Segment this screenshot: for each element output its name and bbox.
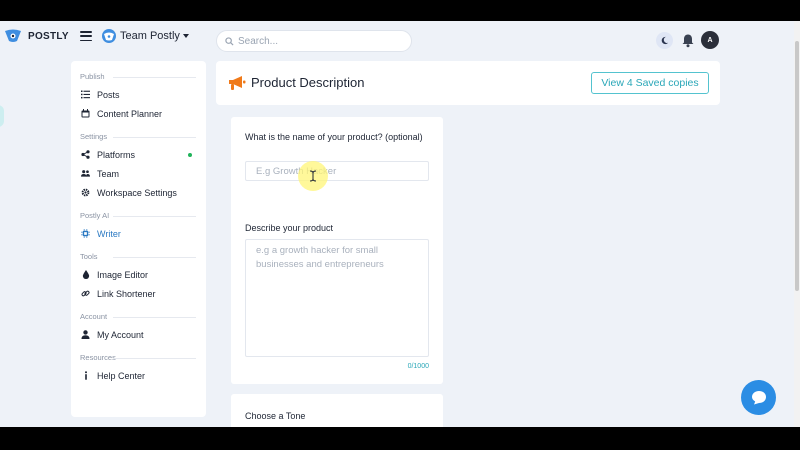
sidebar-item-my-account[interactable]: My Account xyxy=(71,325,206,344)
sidebar-item-label: Writer xyxy=(97,228,121,239)
sidebar: Publish Posts Content Planner Settings P… xyxy=(71,61,206,417)
section-title-resources: Resources xyxy=(71,350,206,366)
chat-support-button[interactable] xyxy=(741,380,776,415)
sidebar-item-label: Link Shortener xyxy=(97,288,156,299)
sidebar-item-link-shortener[interactable]: Link Shortener xyxy=(71,284,206,303)
app-window: POSTLY Team Postly A Publish Posts xyxy=(0,21,800,427)
top-header: POSTLY Team Postly A xyxy=(0,21,800,61)
tone-card: Choose a Tone xyxy=(231,394,443,427)
chat-bubble-icon xyxy=(751,391,766,405)
sidebar-item-help-center[interactable]: Help Center xyxy=(71,366,206,385)
user-avatar[interactable]: A xyxy=(701,31,719,49)
postly-logo-icon xyxy=(5,29,21,42)
share-icon xyxy=(81,150,90,159)
calendar-icon xyxy=(81,109,90,118)
search-icon xyxy=(225,36,234,46)
brand-name: POSTLY xyxy=(28,30,69,42)
search-box[interactable] xyxy=(216,30,412,52)
chip-icon xyxy=(81,229,90,238)
text-cursor-highlight xyxy=(298,161,328,191)
sidebar-item-workspace-settings[interactable]: Workspace Settings xyxy=(71,183,206,202)
list-icon xyxy=(81,90,90,99)
dark-mode-toggle[interactable] xyxy=(656,32,673,49)
sidebar-item-platforms[interactable]: Platforms xyxy=(71,145,206,164)
section-title-postly-ai: Postly AI xyxy=(71,208,206,224)
section-title-settings: Settings xyxy=(71,129,206,145)
status-dot xyxy=(188,153,192,157)
sidebar-item-writer[interactable]: Writer xyxy=(71,224,206,243)
link-icon xyxy=(81,289,90,298)
sidebar-item-label: Platforms xyxy=(97,149,136,160)
sidebar-item-team[interactable]: Team xyxy=(71,164,206,183)
product-name-input[interactable] xyxy=(245,161,429,181)
team-icon xyxy=(81,169,90,178)
tone-label: Choose a Tone xyxy=(245,411,306,421)
product-description-card: Describe your product 0/1000 xyxy=(231,206,443,384)
sidebar-item-posts[interactable]: Posts xyxy=(71,85,206,104)
team-switcher[interactable]: Team Postly xyxy=(102,28,189,44)
character-counter: 0/1000 xyxy=(407,363,429,370)
page-scrollbar[interactable] xyxy=(794,21,800,427)
sidebar-item-label: My Account xyxy=(97,329,144,340)
gear-icon xyxy=(81,188,90,197)
sidebar-item-label: Team xyxy=(97,168,120,179)
sidebar-item-label: Workspace Settings xyxy=(97,187,177,198)
side-tab[interactable] xyxy=(0,105,4,127)
product-description-label: Describe your product xyxy=(245,223,334,233)
brand-logo[interactable]: POSTLY xyxy=(4,29,69,43)
sidebar-item-content-planner[interactable]: Content Planner xyxy=(71,104,206,123)
product-name-card: What is the name of your product? (optio… xyxy=(231,117,443,216)
team-name: Team Postly xyxy=(120,30,180,42)
i-beam-cursor-icon xyxy=(309,170,317,182)
sidebar-item-label: Help Center xyxy=(97,370,146,381)
sidebar-item-label: Content Planner xyxy=(97,108,163,119)
moon-icon xyxy=(661,36,669,45)
caret-down-icon xyxy=(182,34,189,38)
section-title-publish: Publish xyxy=(71,69,206,85)
product-name-label: What is the name of your product? (optio… xyxy=(245,132,423,142)
section-title-tools: Tools xyxy=(71,249,206,265)
sidebar-item-label: Image Editor xyxy=(97,269,149,280)
scrollbar-thumb[interactable] xyxy=(795,41,799,291)
drop-icon xyxy=(81,270,90,279)
section-title-account: Account xyxy=(71,309,206,325)
info-icon xyxy=(81,371,90,380)
page-header: Product Description View 4 Saved copies xyxy=(216,61,720,105)
bell-icon[interactable] xyxy=(681,33,695,48)
page-title: Product Description xyxy=(251,75,365,90)
search-input[interactable] xyxy=(238,35,398,47)
team-avatar-icon xyxy=(102,29,116,43)
view-saved-copies-button[interactable]: View 4 Saved copies xyxy=(591,72,709,94)
sidebar-item-image-editor[interactable]: Image Editor xyxy=(71,265,206,284)
product-description-textarea[interactable] xyxy=(245,239,429,357)
user-icon xyxy=(81,330,90,339)
sidebar-item-label: Posts xyxy=(97,89,120,100)
menu-toggle-icon[interactable] xyxy=(80,31,92,41)
megaphone-icon xyxy=(229,76,246,90)
